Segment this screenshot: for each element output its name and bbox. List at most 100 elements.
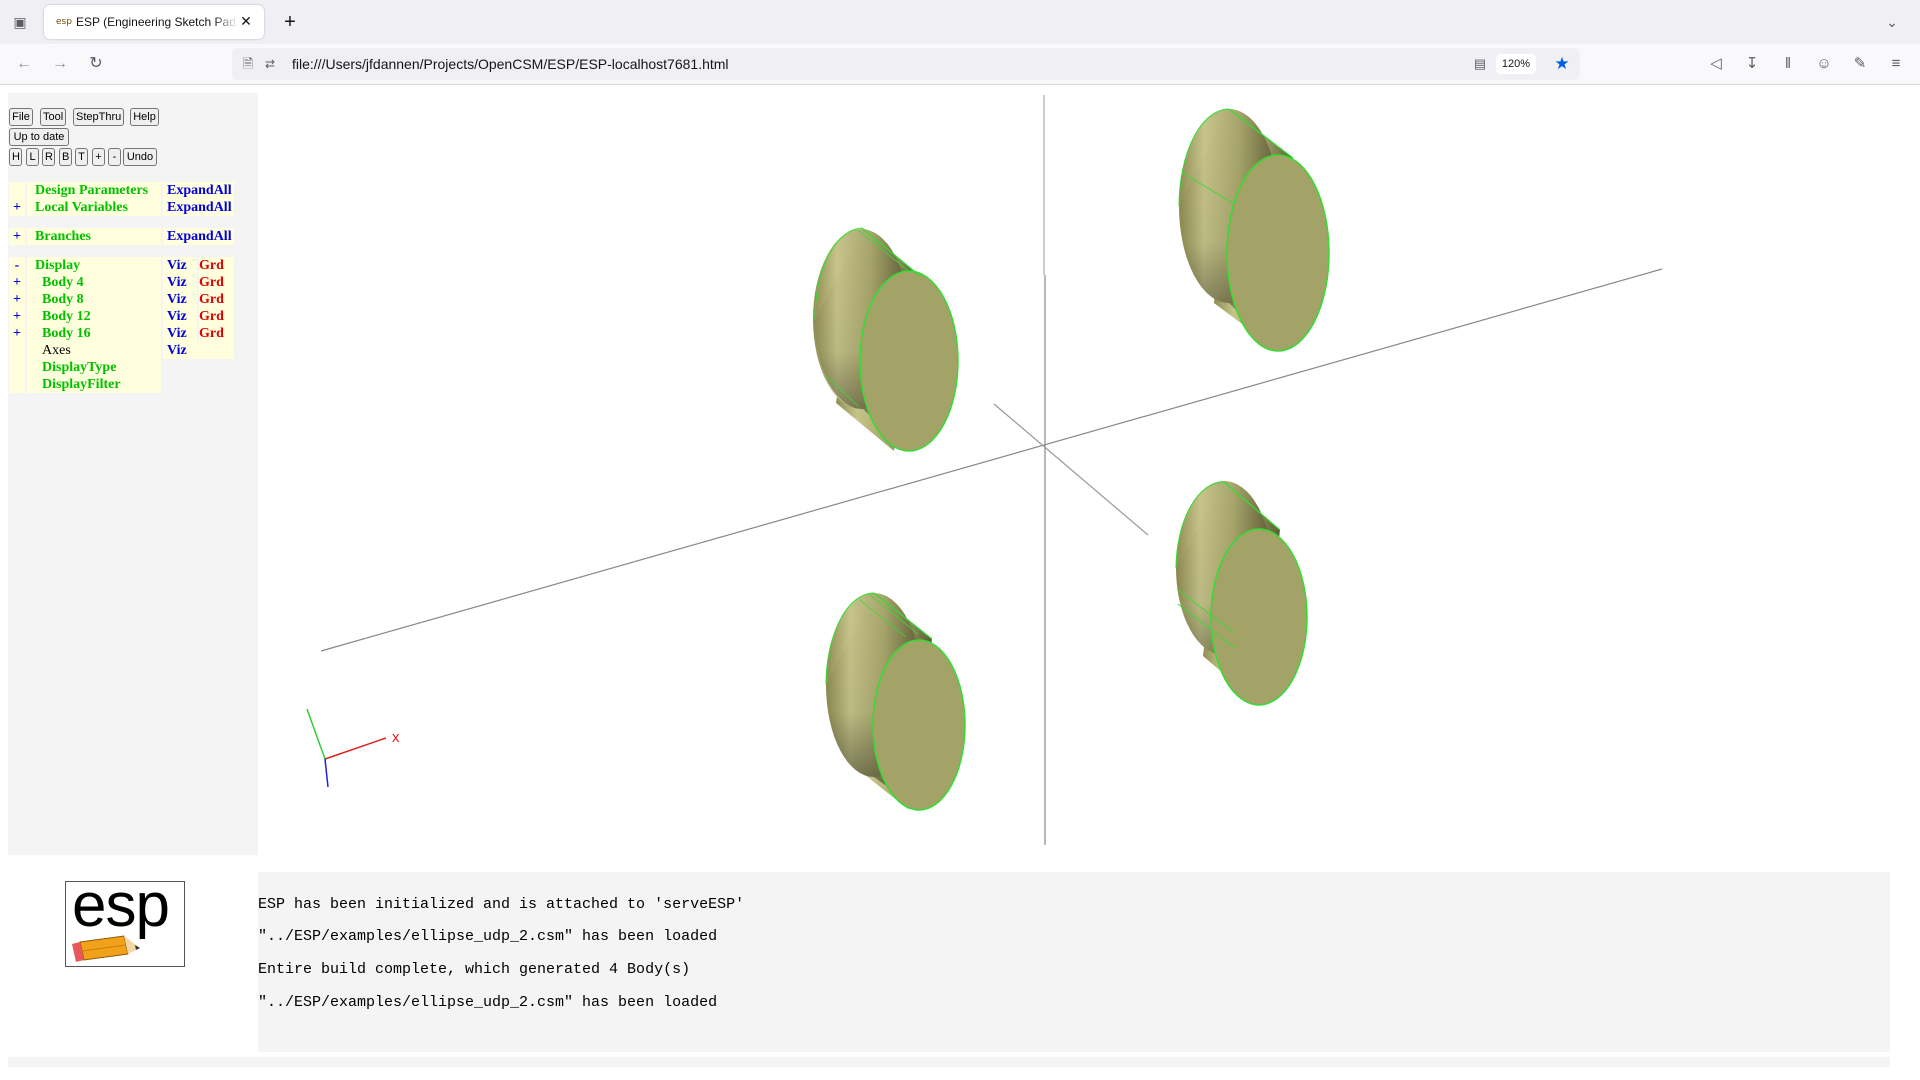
display-label[interactable]: Display (27, 257, 161, 274)
tool-button[interactable]: Tool (40, 108, 66, 126)
display-viz[interactable]: Viz (163, 257, 197, 274)
chevron-down-icon[interactable]: ⌄ (1880, 10, 1904, 34)
status-button[interactable]: Up to date (9, 128, 69, 146)
tree-row-axes: Axes Viz (9, 342, 234, 359)
undo-button[interactable]: Undo (123, 148, 157, 166)
displaytype-label[interactable]: DisplayType (27, 359, 161, 376)
body-toggle[interactable]: + (9, 291, 25, 308)
branches-toggle[interactable]: + (9, 228, 25, 245)
body-grd[interactable]: Grd (199, 308, 234, 325)
design-parameters-label[interactable]: Design Parameters (27, 182, 161, 199)
url-text[interactable]: file:///Users/jfdannen/Projects/OpenCSM/… (292, 56, 729, 72)
zoom-out-button[interactable]: - (108, 148, 121, 166)
design-parameters-expandall[interactable]: ExpandAll (163, 182, 234, 199)
pocket-icon[interactable]: ◁ (1704, 52, 1728, 76)
body-toggle[interactable]: + (9, 325, 25, 342)
message-line: Entire build complete, which generated 4… (258, 961, 691, 978)
tree-row-body: + Body 4 Viz Grd (9, 274, 234, 291)
axes-viz[interactable]: Viz (163, 342, 234, 359)
permissions-icon[interactable]: ⇄ (262, 56, 278, 72)
esp-favicon-icon: esp (56, 17, 72, 27)
body-label[interactable]: Body 16 (27, 325, 161, 342)
reader-view-icon[interactable]: ▤ (1472, 56, 1488, 72)
local-variables-toggle[interactable]: + (9, 199, 25, 216)
message-line: "../ESP/examples/ellipse_udp_2.csm" has … (258, 928, 718, 945)
message-line: ESP has been initialized and is attached… (258, 896, 745, 913)
local-variables-label[interactable]: Local Variables (27, 199, 161, 216)
download-icon[interactable]: ↧ (1740, 52, 1764, 76)
status-strip (8, 1057, 1890, 1067)
body-12-shape[interactable] (825, 592, 966, 811)
esp-logo: esp (65, 871, 185, 967)
body-grd[interactable]: Grd (199, 274, 234, 291)
hamburger-menu-icon[interactable]: ≡ (1884, 52, 1908, 76)
tree-row-displayfilter: DisplayFilter (9, 376, 161, 393)
view-right-button[interactable]: R (42, 148, 55, 166)
zoom-level-badge[interactable]: 120% (1495, 54, 1536, 74)
local-variables-expandall[interactable]: ExpandAll (163, 199, 234, 216)
message-window[interactable]: ESP has been initialized and is attached… (258, 872, 1890, 1052)
body-label[interactable]: Body 12 (27, 308, 161, 325)
back-arrow-icon[interactable]: ← (12, 52, 36, 76)
display-toggle[interactable]: - (9, 257, 25, 274)
axes-label[interactable]: Axes (27, 342, 161, 359)
reload-icon[interactable]: ↻ (84, 52, 108, 76)
tree-row-design-parameters: Design Parameters ExpandAll (9, 182, 234, 199)
displayfilter-label[interactable]: DisplayFilter (27, 376, 161, 393)
body-label[interactable]: Body 8 (27, 291, 161, 308)
browser-nav-bar: ← → ↻ 🗎 ⇄ file:///Users/jfdannen/Project… (0, 44, 1920, 85)
page-icon[interactable]: 🗎 (240, 56, 256, 72)
body-toggle[interactable]: + (9, 308, 25, 325)
esp-logo-text: esp (72, 871, 170, 940)
body-4-shape[interactable] (813, 227, 959, 452)
tab-list-icon[interactable]: ▣ (10, 12, 30, 32)
body-viz[interactable]: Viz (163, 274, 197, 291)
graphics-canvas[interactable]: x (258, 93, 1890, 855)
stepthru-button[interactable]: StepThru (73, 108, 124, 126)
tree-row-display: - Display Viz Grd (9, 257, 234, 274)
pencil-icon (72, 935, 140, 962)
tree-row-local-variables: + Local Variables ExpandAll (9, 199, 234, 216)
help-button[interactable]: Help (130, 108, 159, 126)
tree-row-body: + Body 12 Viz Grd (9, 308, 234, 325)
close-icon[interactable]: ✕ (236, 11, 256, 31)
message-line: "../ESP/examples/ellipse_udp_2.csm" has … (258, 994, 718, 1011)
browser-tab[interactable]: esp ESP (Engineering Sketch Pad, V ✕ (44, 5, 264, 39)
body-viz[interactable]: Viz (163, 325, 197, 342)
body-viz[interactable]: Viz (163, 308, 197, 325)
tree-row-branches: + Branches ExpandAll (9, 228, 234, 245)
tree-row-body: + Body 16 Viz Grd (9, 325, 234, 342)
body-toggle[interactable]: + (9, 274, 25, 291)
file-button[interactable]: File (9, 108, 33, 126)
forward-arrow-icon[interactable]: → (48, 52, 72, 76)
body-grd[interactable]: Grd (199, 291, 234, 308)
tree-row-body: + Body 8 Viz Grd (9, 291, 234, 308)
extensions-icon[interactable]: ✎ (1848, 52, 1872, 76)
tab-title: ESP (Engineering Sketch Pad, V (76, 15, 238, 29)
esp-page: File Tool StepThru Help Up to date H L R… (0, 85, 1920, 1080)
body-label[interactable]: Body 4 (27, 274, 161, 291)
library-icon[interactable]: ‖ (1776, 52, 1800, 76)
body-grd[interactable]: Grd (199, 325, 234, 342)
branches-label[interactable]: Branches (27, 228, 161, 245)
view-top-button[interactable]: T (75, 148, 88, 166)
branches-expandall[interactable]: ExpandAll (163, 228, 234, 245)
view-home-button[interactable]: H (9, 148, 22, 166)
star-icon[interactable]: ★ (1552, 54, 1572, 74)
body-16-shape[interactable] (1175, 481, 1308, 706)
new-tab-plus-icon[interactable]: + (278, 10, 302, 34)
view-bottom-button[interactable]: B (59, 148, 72, 166)
graphics-viewer[interactable]: x (258, 93, 1890, 855)
axis-x-label: x (392, 729, 400, 746)
url-bar[interactable]: 🗎 ⇄ file:///Users/jfdannen/Projects/Open… (232, 48, 1580, 80)
axis-triad: x (306, 708, 400, 788)
zoom-in-button[interactable]: + (92, 148, 105, 166)
tree-row-displaytype: DisplayType (9, 359, 161, 376)
account-icon[interactable]: ☺ (1812, 52, 1836, 76)
view-left-button[interactable]: L (26, 148, 39, 166)
logo-area: esp (8, 871, 243, 1052)
body-8-shape[interactable] (1178, 108, 1330, 352)
browser-tab-bar: ▣ esp ESP (Engineering Sketch Pad, V ✕ +… (0, 0, 1920, 44)
body-viz[interactable]: Viz (163, 291, 197, 308)
display-grd[interactable]: Grd (199, 257, 234, 274)
